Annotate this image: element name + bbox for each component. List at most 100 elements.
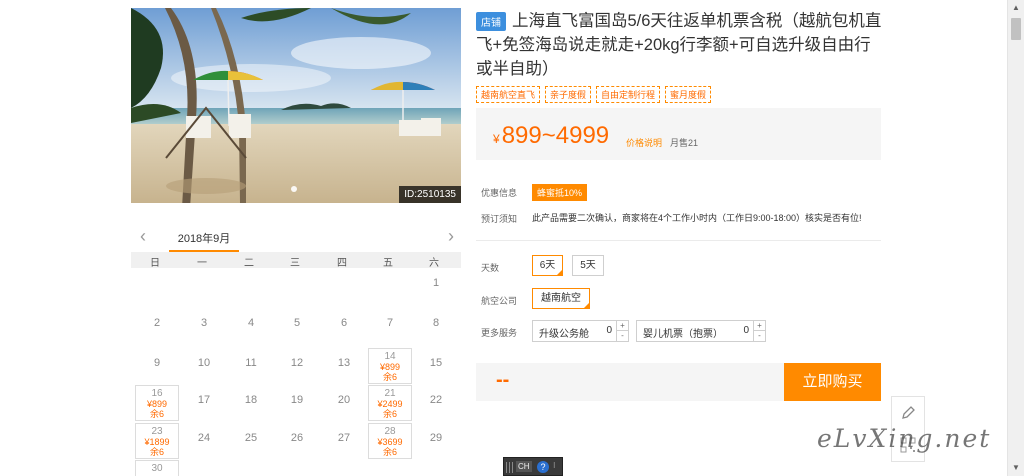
calendar-day-number: 16 — [151, 388, 163, 399]
service-infant-ticket-stepper[interactable]: 婴儿机票（抱票） 0 + - — [636, 320, 766, 342]
decrement-button[interactable]: - — [753, 331, 765, 341]
calendar-day-number: 2 — [153, 317, 161, 329]
product-tag[interactable]: 亲子度假 — [545, 86, 592, 103]
pen-icon[interactable] — [900, 405, 916, 426]
calendar-day: 26 — [275, 423, 319, 459]
calendar-day-number: 28 — [384, 426, 396, 437]
calendar-day-number: 10 — [197, 357, 211, 369]
calendar-next-month-button[interactable]: › — [441, 226, 461, 248]
service-quantity[interactable]: 0 — [606, 325, 612, 336]
weekday-label: 四 — [337, 258, 347, 269]
calendar-day: 1 — [414, 268, 458, 304]
promo-label: 优惠信息 — [481, 188, 518, 198]
calendar-day-available[interactable]: 14 ¥899 余6 — [368, 348, 412, 384]
calendar-day-price: ¥1899 — [144, 437, 170, 447]
calendar-day-available[interactable]: 23 ¥1899 余6 — [135, 423, 179, 459]
calendar-day-number: 17 — [197, 394, 211, 406]
calendar-day-stock: 余6 — [149, 409, 164, 419]
ime-more[interactable]: ⁝ — [553, 461, 556, 470]
calendar-day: 27 — [322, 423, 366, 459]
service-label: 升级公务舱 — [539, 329, 589, 340]
calendar-day: 11 — [229, 348, 273, 384]
calendar-day: 9 — [135, 348, 179, 384]
weekday-label: 五 — [383, 258, 393, 269]
airline-option-vietnam[interactable]: 越南航空 — [532, 288, 590, 309]
calendar-day: 18 — [229, 385, 273, 421]
calendar-day-number: 27 — [337, 432, 351, 444]
notice-label: 预订须知 — [481, 214, 518, 224]
calendar-day: 24 — [182, 423, 226, 459]
calendar-day: 17 — [182, 385, 226, 421]
calendar-day-number: 3 — [200, 317, 208, 329]
calendar-day-number: 15 — [429, 357, 443, 369]
scroll-thumb[interactable] — [1011, 18, 1021, 40]
product-tag[interactable]: 自由定制行程 — [596, 86, 661, 103]
calendar-day-price: ¥3699 — [377, 437, 403, 447]
weekday-label: 二 — [244, 258, 254, 269]
price: ¥899~4999 — [493, 122, 609, 150]
calendar-day-price: ¥899 — [146, 399, 168, 409]
calendar-day-stock: 余6 — [149, 447, 164, 457]
total-price: -- — [496, 369, 510, 391]
carousel-dot[interactable] — [291, 186, 297, 192]
calendar-grid: 1 2 3 4 5 6 7 8 9 10 11 12 13 14 ¥899 余6 15 16 ¥899 余6 17 18 1… — [131, 268, 461, 476]
calendar-day-number: 26 — [290, 432, 304, 444]
calendar-day: 5 — [275, 308, 319, 344]
service-business-class-stepper[interactable]: 升级公务舱 0 + - — [532, 320, 629, 342]
calendar-day-price: ¥899 — [379, 362, 401, 372]
decrement-button[interactable]: - — [616, 331, 628, 341]
days-option-5[interactable]: 5天 — [572, 255, 604, 276]
notice-text: 此产品需要二次确认，商家将在4个工作小时内（工作日9:00-18:00）核实是否… — [532, 213, 862, 223]
calendar-day-available[interactable]: 21 ¥2499 余6 — [368, 385, 412, 421]
product-tags: 越南航空直飞 亲子度假 自由定制行程 蜜月度假 — [476, 85, 716, 103]
calendar-header: ‹ 2018年9月 › — [131, 226, 461, 252]
calendar-day-number: 21 — [384, 388, 396, 399]
service-quantity[interactable]: 0 — [743, 325, 749, 336]
calendar-day-number: 20 — [337, 394, 351, 406]
help-icon[interactable]: ? — [537, 461, 549, 473]
calendar-day: 20 — [322, 385, 366, 421]
calendar-month-tab[interactable]: 2018年9月 — [169, 230, 239, 252]
calendar-day-available[interactable]: 30 — [135, 460, 179, 476]
calendar-weekday-bar: 日 一 二 三 四 五 六 — [131, 252, 461, 269]
buy-now-button[interactable]: 立即购买 — [784, 363, 881, 401]
scroll-down-arrow[interactable]: ▼ — [1008, 460, 1024, 476]
increment-button[interactable]: + — [616, 321, 628, 331]
product-tag[interactable]: 蜜月度假 — [665, 86, 712, 103]
calendar-day-number: 24 — [197, 432, 211, 444]
calendar-day-number: 18 — [244, 394, 258, 406]
scroll-up-arrow[interactable]: ▲ — [1008, 0, 1024, 16]
days-option-6[interactable]: 6天 — [532, 255, 563, 276]
calendar-prev-month-button[interactable]: ‹ — [133, 226, 153, 248]
calendar-day: 8 — [414, 308, 458, 344]
calendar-day-number: 6 — [340, 317, 348, 329]
calendar-day: 10 — [182, 348, 226, 384]
weekday-label: 日 — [150, 258, 160, 269]
calendar-day: 22 — [414, 385, 458, 421]
increment-button[interactable]: + — [753, 321, 765, 331]
calendar-day-number: 7 — [386, 317, 394, 329]
calendar-day-number: 30 — [151, 463, 163, 474]
photo-id-label: ID:2510135 — [399, 186, 461, 203]
product-title: 上海直飞富国岛5/6天往返单机票含税（越航包机直飞+免签海岛说走就走+20kg行… — [476, 12, 882, 78]
ime-toolbar[interactable]: CH ? ⁝ — [503, 457, 563, 476]
ime-grip[interactable] — [506, 462, 514, 473]
weekday-label: 一 — [197, 258, 207, 269]
product-tag[interactable]: 越南航空直飞 — [476, 86, 541, 103]
page-scrollbar[interactable]: ▲ ▼ — [1007, 0, 1024, 476]
calendar-day-number: 29 — [429, 432, 443, 444]
calendar-day-number: 25 — [244, 432, 258, 444]
product-photo[interactable]: ID:2510135 — [131, 8, 461, 203]
calendar-day-available[interactable]: 16 ¥899 余6 — [135, 385, 179, 421]
calendar-day-number: 9 — [153, 357, 161, 369]
calendar-day: 2 — [135, 308, 179, 344]
price-explain-link[interactable]: 价格说明 — [626, 136, 662, 149]
calendar-day-price: ¥2499 — [377, 399, 403, 409]
shop-badge[interactable]: 店铺 — [476, 12, 506, 31]
buy-bar: -- 立即购买 — [476, 363, 881, 401]
calendar-day-number: 8 — [432, 317, 440, 329]
promo-badge: 蜂蜜抵10% — [532, 184, 588, 201]
calendar-day-available[interactable]: 28 ¥3699 余6 — [368, 423, 412, 459]
ime-language[interactable]: CH — [516, 461, 532, 472]
services-label: 更多服务 — [481, 328, 518, 338]
